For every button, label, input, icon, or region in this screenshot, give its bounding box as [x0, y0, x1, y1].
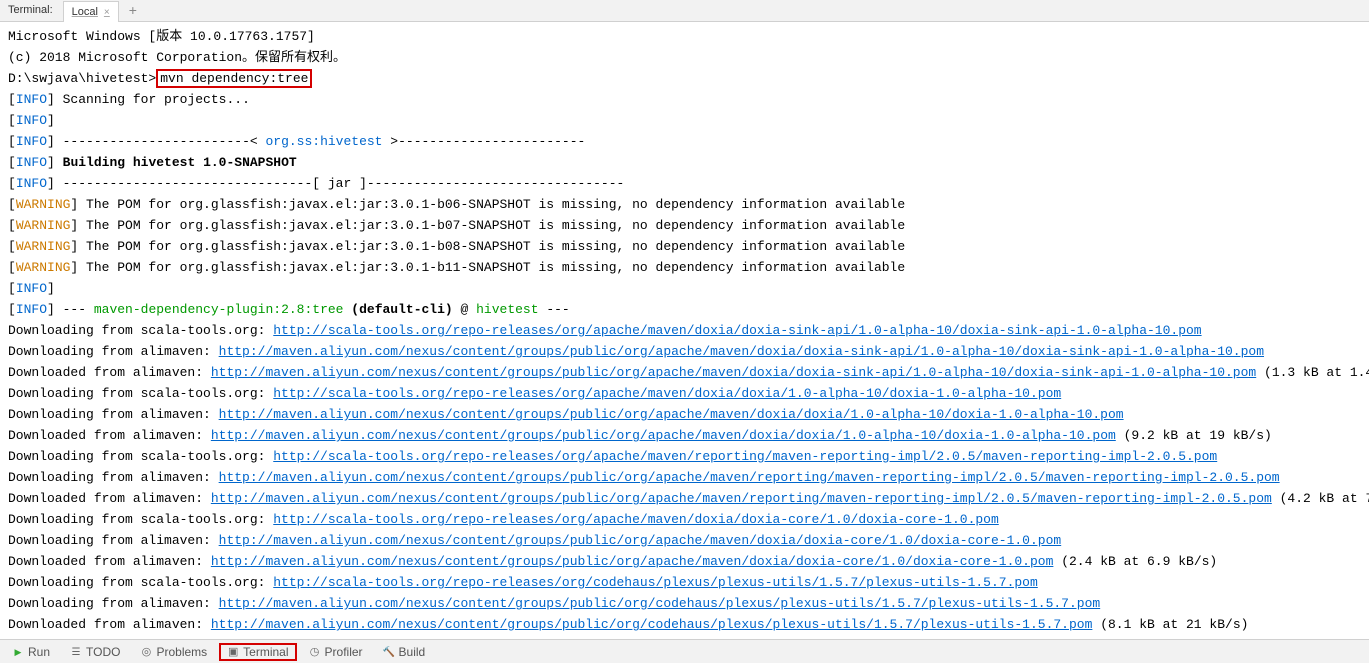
problems-icon	[140, 646, 152, 658]
url-link[interactable]: http://maven.aliyun.com/nexus/content/gr…	[219, 470, 1280, 485]
url-link[interactable]: http://scala-tools.org/repo-releases/org…	[273, 323, 1201, 338]
url-link[interactable]: http://maven.aliyun.com/nexus/content/gr…	[219, 533, 1062, 548]
tool-run-label: Run	[28, 645, 50, 659]
tool-problems-label: Problems	[156, 645, 207, 659]
tool-problems[interactable]: Problems	[132, 643, 215, 661]
url-link[interactable]: http://scala-tools.org/repo-releases/org…	[273, 512, 999, 527]
url-link[interactable]: http://maven.aliyun.com/nexus/content/gr…	[211, 554, 1054, 569]
url-link[interactable]: http://scala-tools.org/repo-releases/org…	[273, 575, 1038, 590]
url-link[interactable]: http://scala-tools.org/repo-releases/org…	[273, 449, 1217, 464]
tool-terminal[interactable]: Terminal	[219, 643, 296, 661]
terminal-icon	[227, 646, 239, 658]
url-link[interactable]: http://maven.aliyun.com/nexus/content/gr…	[211, 617, 1093, 632]
url-link[interactable]: http://maven.aliyun.com/nexus/content/gr…	[219, 344, 1264, 359]
close-icon[interactable]: ×	[104, 7, 110, 18]
url-link[interactable]: http://maven.aliyun.com/nexus/content/gr…	[219, 407, 1124, 422]
bottom-toolbar: Run TODO Problems Terminal Profiler Buil…	[0, 639, 1369, 663]
url-link[interactable]: http://maven.aliyun.com/nexus/content/gr…	[211, 428, 1116, 443]
tool-run[interactable]: Run	[4, 643, 58, 661]
build-icon	[383, 646, 395, 658]
profiler-icon	[309, 646, 321, 658]
tool-build-label: Build	[399, 645, 426, 659]
tool-todo[interactable]: TODO	[62, 643, 128, 661]
terminal-panel-title: Terminal:	[0, 0, 63, 21]
terminal-tab-label: Local	[72, 6, 98, 18]
terminal-output[interactable]: Microsoft Windows [版本 10.0.17763.1757](c…	[0, 22, 1369, 639]
terminal-tab-local[interactable]: Local ×	[63, 1, 119, 22]
tool-todo-label: TODO	[86, 645, 120, 659]
url-link[interactable]: http://maven.aliyun.com/nexus/content/gr…	[219, 596, 1101, 611]
url-link[interactable]: http://scala-tools.org/repo-releases/org…	[273, 386, 1061, 401]
tool-terminal-label: Terminal	[243, 645, 288, 659]
terminal-tab-bar: Terminal: Local × +	[0, 0, 1369, 22]
todo-icon	[70, 646, 82, 658]
url-link[interactable]: http://maven.aliyun.com/nexus/content/gr…	[211, 491, 1272, 506]
tool-build[interactable]: Build	[375, 643, 434, 661]
run-icon	[12, 646, 24, 658]
new-tab-button[interactable]: +	[119, 0, 147, 21]
url-link[interactable]: http://maven.aliyun.com/nexus/content/gr…	[211, 365, 1256, 380]
tool-profiler[interactable]: Profiler	[301, 643, 371, 661]
tool-profiler-label: Profiler	[325, 645, 363, 659]
